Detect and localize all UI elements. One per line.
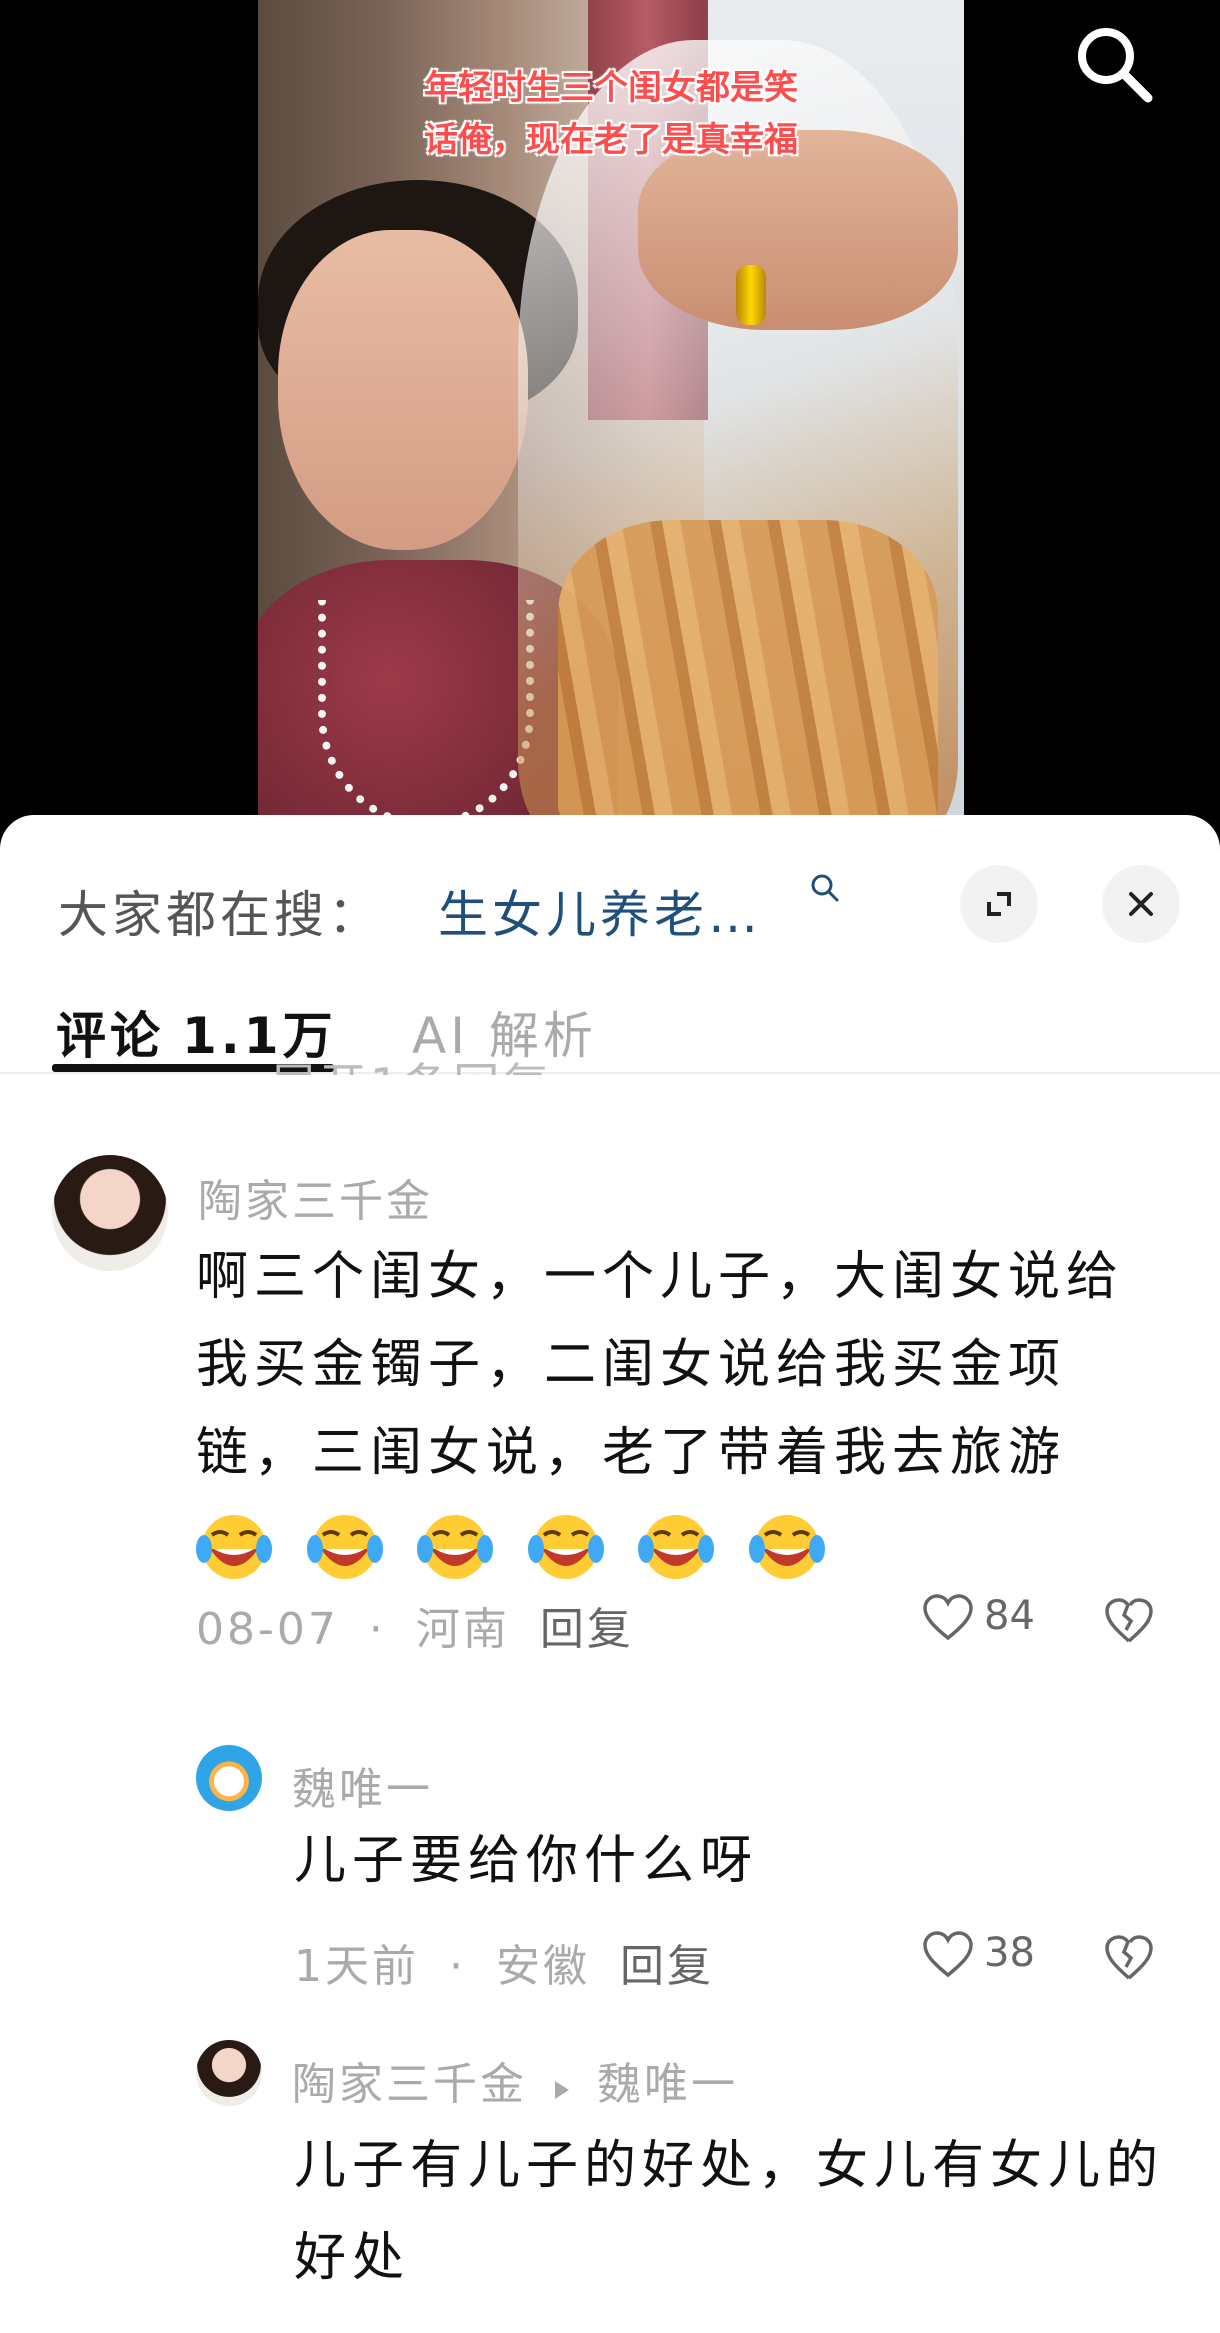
- expand-button[interactable]: [960, 865, 1038, 943]
- dislike-button[interactable]: [1104, 1934, 1154, 1986]
- avatar[interactable]: [52, 1155, 168, 1271]
- tab-comments-label: 评论: [56, 1007, 164, 1065]
- close-icon: [1129, 892, 1153, 916]
- laughing-crying-emoji: [306, 1515, 383, 1579]
- reply-to-author[interactable]: 魏唯一: [597, 2059, 738, 2110]
- meta-separator: ·: [449, 1941, 466, 1992]
- gold-ring: [736, 265, 766, 325]
- heart-icon: [923, 1594, 973, 1641]
- comment-tabs: 评论 1.1万 AI 解析: [0, 980, 1220, 1074]
- emoji-row: [196, 1500, 837, 1588]
- reply-author[interactable]: 魏唯一: [292, 1753, 433, 1817]
- broken-heart-icon: [1105, 1598, 1153, 1643]
- laughing-crying-emoji: [638, 1515, 715, 1579]
- reply-text: 儿子要给你什么呀: [294, 1831, 759, 1891]
- video-player[interactable]: 年轻时生三个闺女都是笑 话俺，现在老了是真幸福: [0, 0, 1220, 830]
- caption-line-2: 话俺，现在老了是真幸福: [424, 120, 798, 160]
- comment-meta: 08-07 · 河南 回复: [196, 1593, 634, 1657]
- woman-face: [278, 230, 528, 550]
- avatar[interactable]: [196, 1745, 262, 1811]
- reply-date: 1天前: [294, 1941, 419, 1992]
- reply-location: 安徽: [496, 1941, 590, 1992]
- biscuits: [558, 520, 938, 830]
- like-count: 84: [984, 1593, 1035, 1639]
- close-button[interactable]: [1102, 865, 1180, 943]
- reply-button[interactable]: 回复: [540, 1593, 634, 1657]
- laughing-crying-emoji: [748, 1515, 825, 1579]
- heart-icon: [923, 1931, 973, 1978]
- laughing-crying-emoji: [527, 1515, 604, 1579]
- avatar[interactable]: [196, 2040, 262, 2106]
- comment-text: 啊三个闺女，一个儿子，大闺女说给我买金镯子，二闺女说给我买金项链，三闺女说，老了…: [196, 1233, 1166, 1588]
- comment-panel: 大家都在搜： 生女儿养老… 评论1.1万 AI 解析 展开1条回: [0, 815, 1220, 2333]
- like-button[interactable]: 38: [922, 1930, 1035, 1984]
- laughing-crying-emoji: [417, 1515, 494, 1579]
- comment-date: 08-07: [196, 1604, 339, 1655]
- comment-location: 河南: [415, 1604, 510, 1655]
- comment-text-content: 啊三个闺女，一个儿子，大闺女说给我买金镯子，二闺女说给我买金项链，三闺女说，老了…: [196, 1247, 1125, 1483]
- caption-line-1: 年轻时生三个闺女都是笑: [424, 68, 798, 108]
- search-icon[interactable]: [1070, 20, 1160, 110]
- expand-icon: [987, 892, 1011, 916]
- reply-text: 儿子有儿子的好处，女儿有女儿的好处: [294, 2136, 1165, 2288]
- reply-author[interactable]: 陶家三千金: [292, 2059, 527, 2110]
- laughing-crying-emoji: [196, 1515, 272, 1579]
- like-count: 38: [984, 1930, 1035, 1976]
- suggested-search-bar[interactable]: 大家都在搜： 生女儿养老…: [0, 835, 1220, 975]
- broken-heart-icon: [1105, 1935, 1153, 1980]
- video-caption: 年轻时生三个闺女都是笑 话俺，现在老了是真幸福: [258, 62, 964, 166]
- necklace: [318, 600, 534, 828]
- dislike-button[interactable]: [1104, 1597, 1154, 1649]
- reply-meta: 1天前 · 安徽 回复: [294, 1930, 714, 1994]
- reply-arrow-icon: [552, 2062, 572, 2113]
- meta-separator: ·: [368, 1604, 386, 1655]
- search-label: 大家都在搜：: [58, 886, 382, 944]
- expand-replies-partial[interactable]: 展开1条回复: [270, 1049, 553, 1075]
- reply-button[interactable]: 回复: [620, 1930, 714, 1994]
- reply-author-line: 陶家三千金 魏唯一: [292, 2048, 738, 2113]
- search-keyword-link[interactable]: 生女儿养老…: [438, 875, 762, 947]
- small-search-icon: [808, 871, 842, 905]
- comment-author[interactable]: 陶家三千金: [198, 1165, 433, 1229]
- like-button[interactable]: 84: [922, 1593, 1035, 1647]
